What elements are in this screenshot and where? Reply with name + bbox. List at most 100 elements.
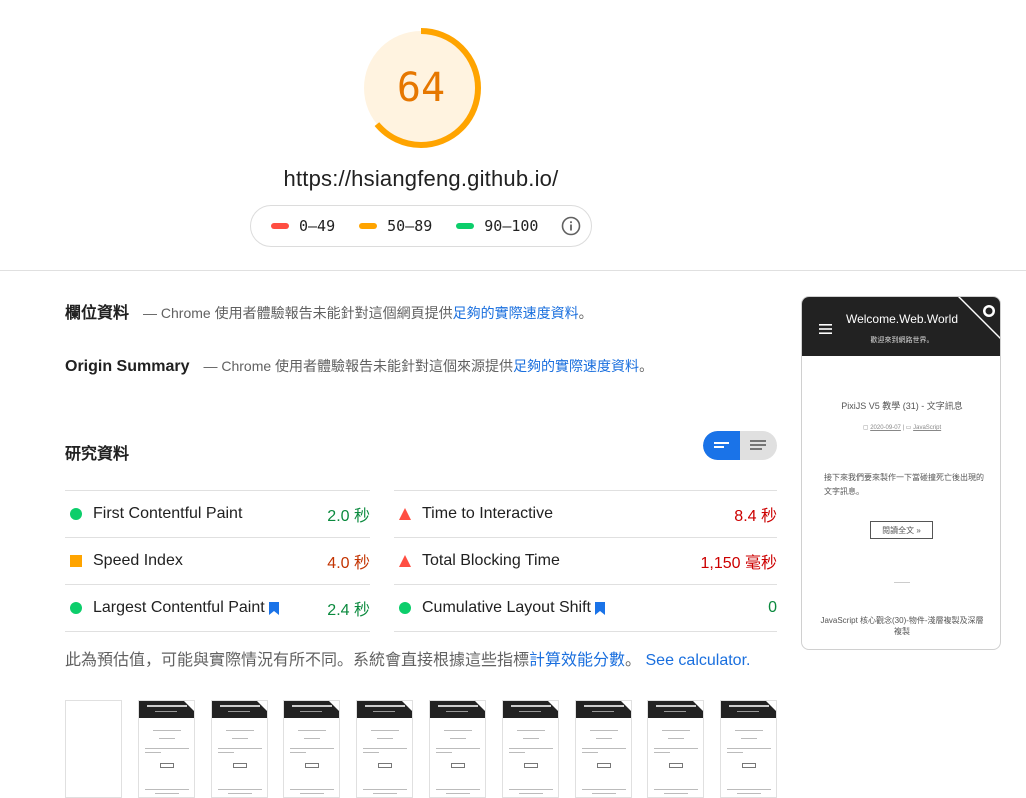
metric-tbt-value: 1,150 毫秒 bbox=[700, 555, 778, 572]
frame-title-line bbox=[438, 705, 478, 707]
frame-subtitle-line bbox=[446, 711, 468, 712]
origin-summary-desc: — Chrome 使用者體驗報告未能針對這個來源提供 bbox=[203, 358, 514, 374]
frame-text-line bbox=[582, 789, 626, 790]
meta-separator: | ▭ bbox=[902, 425, 914, 431]
frame-text-line bbox=[727, 752, 743, 753]
metric-tbt-label: Total Blocking Time bbox=[422, 552, 701, 570]
metric-cls-value: 0 bbox=[768, 599, 777, 616]
frame-text-line bbox=[436, 748, 480, 749]
screenshot-post-title: PixiJS V5 教學 (31) - 文字訊息 bbox=[841, 401, 963, 411]
frame-corner-icon bbox=[693, 701, 703, 711]
field-data-title: 欄位資料 bbox=[65, 305, 130, 322]
frame-text-line bbox=[218, 789, 262, 790]
metric-tti-name: Time to Interactive bbox=[422, 505, 554, 522]
frame-title-line bbox=[147, 705, 187, 707]
average-square-icon bbox=[70, 555, 82, 567]
metric-fcp-value: 2.0 秒 bbox=[327, 508, 370, 525]
screenshot-site-header: Welcome.Web.World 歡迎來到網路世界。 bbox=[802, 297, 1000, 356]
frame-text-line bbox=[519, 793, 543, 794]
legend-item-pass: 90–100 bbox=[456, 217, 538, 235]
frame-text-line bbox=[232, 738, 248, 739]
frame-title-line bbox=[729, 705, 769, 707]
fail-triangle-icon bbox=[399, 555, 411, 567]
frame-text-line bbox=[509, 748, 553, 749]
bookmark-icon bbox=[268, 601, 279, 615]
origin-summary-section: Origin Summary — Chrome 使用者體驗報告未能針對這個來源提… bbox=[65, 356, 653, 376]
compact-view-icon bbox=[714, 442, 729, 448]
metric-lcp: Largest Contentful Paint 2.4 秒 bbox=[65, 584, 370, 631]
pass-circle-icon bbox=[70, 508, 82, 520]
field-data-desc: — Chrome 使用者體驗報告未能針對這個網頁提供 bbox=[143, 305, 453, 321]
frame-text-line bbox=[145, 752, 161, 753]
frame-text-line bbox=[517, 730, 545, 731]
metrics-view-toggle[interactable] bbox=[703, 431, 777, 460]
perf-score-link[interactable]: 計算效能分數 bbox=[529, 652, 625, 669]
lab-data-title: 研究資料 bbox=[65, 446, 130, 463]
frame-text-line bbox=[145, 789, 189, 790]
github-corner-icon bbox=[958, 297, 1000, 339]
frame-title-line bbox=[656, 705, 696, 707]
field-data-end: 。 bbox=[578, 305, 593, 321]
legend-pass-range: 90–100 bbox=[484, 217, 539, 235]
frame-text-line bbox=[363, 789, 407, 790]
frame-button bbox=[378, 763, 392, 768]
filmstrip bbox=[65, 700, 777, 798]
see-calculator-link[interactable]: See calculator. bbox=[646, 652, 751, 669]
screenshot-post-meta: ▢ 2020-09-07 | ▭ JavaScript bbox=[802, 424, 1000, 431]
frame-text-line bbox=[582, 748, 626, 749]
metric-fcp: First Contentful Paint 2.0 秒 bbox=[65, 490, 370, 537]
metric-tbt-name: Total Blocking Time bbox=[422, 552, 560, 569]
frame-text-line bbox=[298, 730, 326, 731]
frame-text-line bbox=[735, 730, 763, 731]
frame-button bbox=[451, 763, 465, 768]
frame-text-line bbox=[596, 738, 612, 739]
metric-lcp-name: Largest Contentful Paint bbox=[93, 599, 265, 616]
frame-text-line bbox=[159, 738, 175, 739]
performance-score: 64 bbox=[396, 65, 446, 111]
field-data-link[interactable]: 足夠的實際速度資料 bbox=[453, 303, 579, 323]
frame-text-line bbox=[727, 748, 771, 749]
frame-text-line bbox=[654, 748, 698, 749]
frame-text-line bbox=[741, 738, 757, 739]
metric-tbt: Total Blocking Time 1,150 毫秒 bbox=[394, 537, 777, 584]
frame-corner-icon bbox=[402, 701, 412, 711]
expanded-view-icon[interactable] bbox=[750, 439, 766, 451]
origin-summary-link[interactable]: 足夠的實際速度資料 bbox=[513, 356, 639, 376]
metric-cls: Cumulative Layout Shift 0 bbox=[394, 584, 777, 631]
frame-text-line bbox=[662, 730, 690, 731]
info-icon[interactable] bbox=[561, 216, 581, 236]
pass-circle-icon bbox=[70, 602, 82, 614]
frame-text-line bbox=[290, 752, 306, 753]
frame-text-line bbox=[218, 748, 262, 749]
legend-fail-swatch bbox=[271, 223, 289, 229]
frame-text-line bbox=[509, 752, 525, 753]
screenshot-post-category: JavaScript bbox=[913, 425, 942, 431]
legend-item-fail: 0–49 bbox=[271, 217, 335, 235]
header-divider bbox=[0, 270, 1026, 271]
frame-text-line bbox=[304, 738, 320, 739]
frame-subtitle-line bbox=[592, 711, 614, 712]
hamburger-menu-icon bbox=[819, 324, 832, 334]
screenshot-post-date: 2020-09-07 bbox=[870, 425, 901, 431]
estimate-note-sep: 。 bbox=[625, 652, 642, 669]
frame-button bbox=[160, 763, 174, 768]
origin-summary-end: 。 bbox=[639, 358, 654, 374]
frame-subtitle-line bbox=[373, 711, 395, 712]
frame-title-line bbox=[292, 705, 332, 707]
frame-button bbox=[524, 763, 538, 768]
pass-circle-icon bbox=[399, 602, 411, 614]
frame-button bbox=[669, 763, 683, 768]
fail-triangle-icon bbox=[399, 508, 411, 520]
metric-si-name: Speed Index bbox=[93, 552, 183, 569]
frame-text-line bbox=[363, 752, 379, 753]
legend-item-average: 50–89 bbox=[359, 217, 432, 235]
screenshot-divider bbox=[894, 582, 910, 583]
frame-subtitle-line bbox=[737, 711, 759, 712]
estimate-note-text: 此為預估值，可能與實際情況有所不同。系統會直接根據這些指標 bbox=[65, 652, 530, 669]
field-data-section: 欄位資料 — Chrome 使用者體驗報告未能針對這個網頁提供 足夠的實際速度資… bbox=[65, 299, 593, 323]
metric-fcp-name: First Contentful Paint bbox=[93, 505, 243, 522]
frame-text-line bbox=[145, 748, 189, 749]
legend-average-swatch bbox=[359, 223, 378, 229]
frame-title-line bbox=[220, 705, 260, 707]
frame-text-line bbox=[668, 738, 684, 739]
